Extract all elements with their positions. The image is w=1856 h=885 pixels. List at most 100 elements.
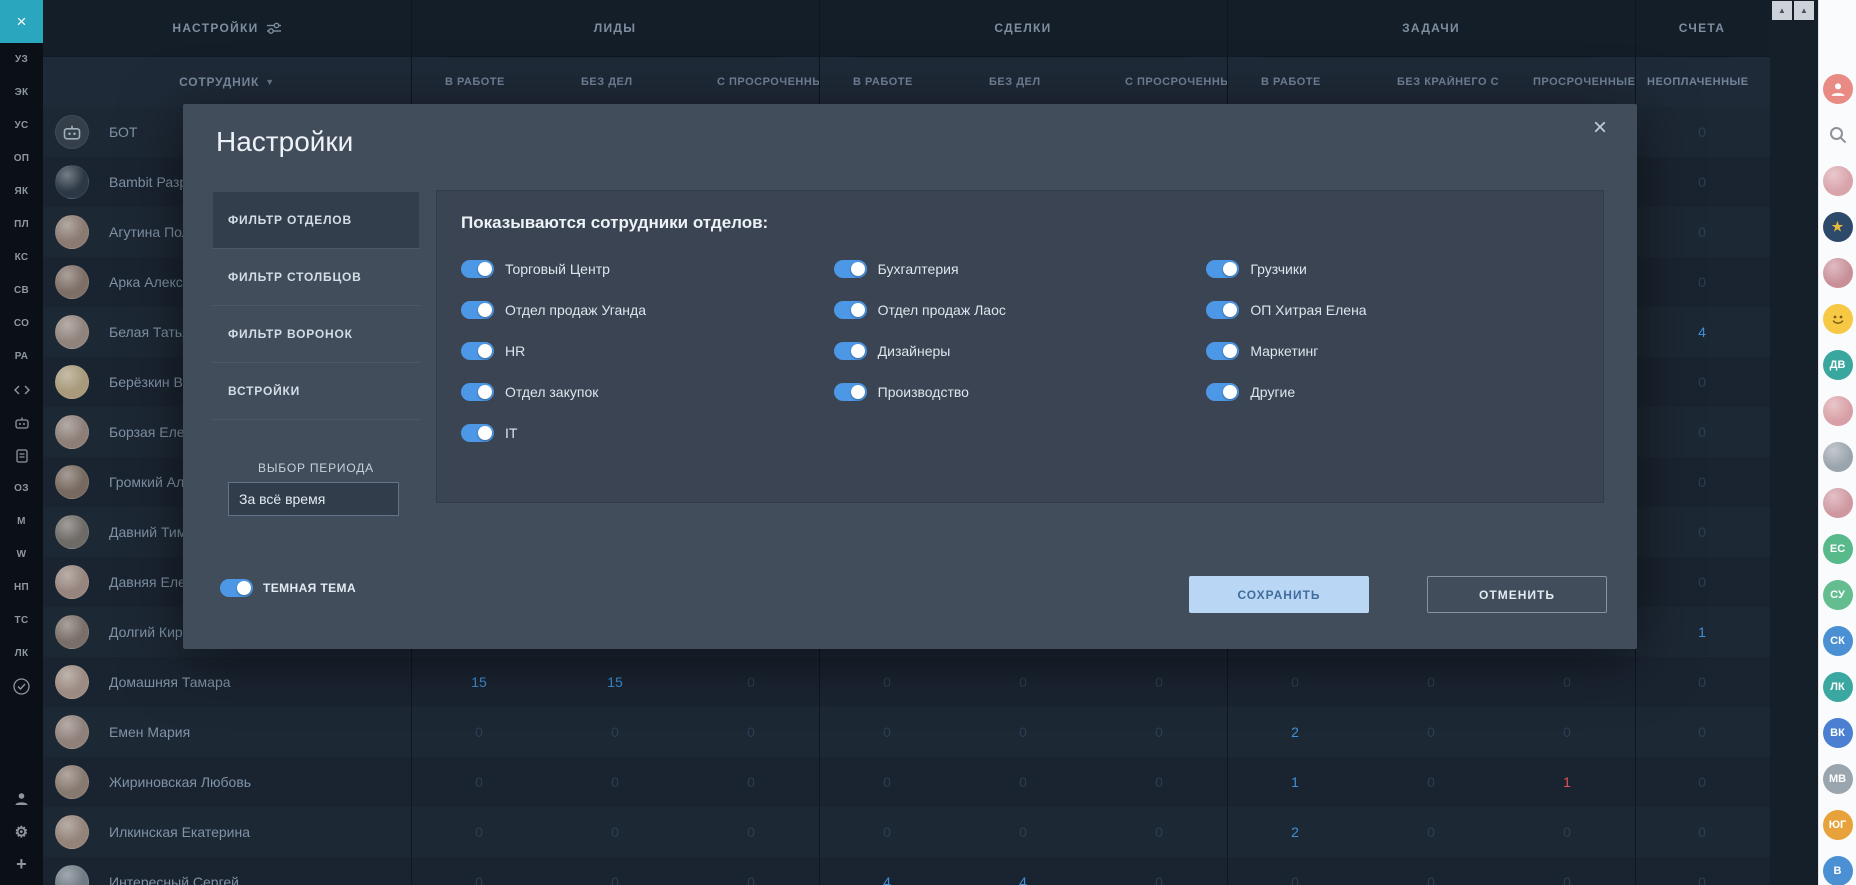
cancel-button[interactable]: ОТМЕНИТЬ bbox=[1427, 576, 1607, 613]
sidebar-channel-item[interactable]: ОП bbox=[0, 142, 43, 175]
value-cell[interactable]: 1 bbox=[1227, 774, 1363, 790]
emoji-avatar[interactable] bbox=[1823, 304, 1853, 334]
department-toggle[interactable] bbox=[461, 383, 494, 401]
value-cell[interactable]: 0 bbox=[1091, 724, 1227, 740]
contact-avatar[interactable] bbox=[1823, 488, 1853, 518]
value-cell[interactable]: 0 bbox=[1635, 824, 1769, 840]
value-cell[interactable]: 0 bbox=[547, 824, 683, 840]
modal-tab[interactable]: ФИЛЬТР ВОРОНОК bbox=[213, 306, 419, 363]
sidebar-channel-item[interactable]: ОЗ bbox=[0, 472, 43, 505]
department-toggle[interactable] bbox=[1206, 342, 1239, 360]
value-cell[interactable]: 4 bbox=[955, 874, 1091, 885]
value-cell[interactable]: 0 bbox=[955, 674, 1091, 690]
value-cell[interactable]: 0 bbox=[955, 774, 1091, 790]
value-cell[interactable]: 0 bbox=[819, 824, 955, 840]
save-button[interactable]: СОХРАНИТЬ bbox=[1189, 576, 1369, 613]
sidebar-close-button[interactable]: × bbox=[0, 0, 43, 43]
contact-avatar[interactable]: В bbox=[1823, 856, 1853, 885]
sidebar-channel-item[interactable]: ЛК bbox=[0, 637, 43, 670]
value-cell[interactable]: 0 bbox=[1363, 774, 1499, 790]
department-toggle[interactable] bbox=[461, 342, 494, 360]
sidebar-channel-item[interactable]: НП bbox=[0, 571, 43, 604]
department-toggle[interactable] bbox=[461, 424, 494, 442]
profile-avatar[interactable] bbox=[1823, 74, 1853, 104]
value-cell[interactable]: 0 bbox=[1363, 874, 1499, 885]
gear-icon[interactable]: ⚙ bbox=[0, 815, 43, 848]
scroll-up-button[interactable]: ▲ bbox=[1772, 1, 1792, 20]
modal-close-icon[interactable]: × bbox=[1593, 116, 1607, 140]
value-cell[interactable]: 0 bbox=[411, 824, 547, 840]
value-cell[interactable]: 0 bbox=[1363, 724, 1499, 740]
robot-icon[interactable] bbox=[0, 406, 43, 439]
value-cell[interactable]: 0 bbox=[683, 874, 819, 885]
contact-avatar[interactable]: ДВ bbox=[1823, 350, 1853, 380]
sidebar-channel-item[interactable]: УЗ bbox=[0, 43, 43, 76]
sidebar-channel-item[interactable]: РА bbox=[0, 340, 43, 373]
department-toggle[interactable] bbox=[461, 301, 494, 319]
value-cell[interactable]: 0 bbox=[411, 774, 547, 790]
value-cell[interactable]: 0 bbox=[1499, 674, 1635, 690]
value-cell[interactable]: 0 bbox=[1635, 374, 1769, 390]
value-cell[interactable]: 0 bbox=[955, 824, 1091, 840]
value-cell[interactable]: 0 bbox=[1091, 874, 1227, 885]
value-cell[interactable]: 15 bbox=[547, 674, 683, 690]
value-cell[interactable]: 0 bbox=[1499, 824, 1635, 840]
sidebar-channel-item[interactable]: СВ bbox=[0, 274, 43, 307]
value-cell[interactable]: 0 bbox=[547, 724, 683, 740]
value-cell[interactable]: 0 bbox=[1635, 274, 1769, 290]
contact-avatar[interactable]: ЛК bbox=[1823, 672, 1853, 702]
value-cell[interactable]: 0 bbox=[1091, 824, 1227, 840]
group-settings[interactable]: НАСТРОЙКИ bbox=[43, 0, 411, 56]
modal-tab[interactable]: ФИЛЬТР ОТДЕЛОВ bbox=[213, 192, 419, 249]
department-toggle[interactable] bbox=[834, 301, 867, 319]
plus-icon[interactable]: + bbox=[0, 848, 43, 881]
department-toggle[interactable] bbox=[1206, 260, 1239, 278]
value-cell[interactable]: 4 bbox=[1635, 324, 1769, 340]
value-cell[interactable]: 0 bbox=[1635, 224, 1769, 240]
value-cell[interactable]: 0 bbox=[683, 724, 819, 740]
value-cell[interactable]: 0 bbox=[683, 774, 819, 790]
sidebar-channel-item[interactable]: ПЛ bbox=[0, 208, 43, 241]
value-cell[interactable]: 0 bbox=[1635, 424, 1769, 440]
contact-avatar[interactable]: СК bbox=[1823, 626, 1853, 656]
value-cell[interactable]: 2 bbox=[1227, 724, 1363, 740]
contact-avatar[interactable]: ЮГ bbox=[1823, 810, 1853, 840]
employee-cell[interactable]: Интересный Сергей bbox=[43, 865, 411, 885]
value-cell[interactable]: 0 bbox=[819, 724, 955, 740]
sidebar-channel-item[interactable]: ТС bbox=[0, 604, 43, 637]
value-cell[interactable]: 0 bbox=[1635, 174, 1769, 190]
value-cell[interactable]: 0 bbox=[1635, 524, 1769, 540]
employee-cell[interactable]: Жириновская Любовь bbox=[43, 765, 411, 799]
value-cell[interactable]: 0 bbox=[1499, 874, 1635, 885]
sidebar-channel-item[interactable]: W bbox=[0, 538, 43, 571]
value-cell[interactable]: 2 bbox=[1227, 824, 1363, 840]
employee-column-dropdown[interactable]: СОТРУДНИК ▼ bbox=[179, 75, 275, 89]
document-icon[interactable] bbox=[0, 439, 43, 472]
modal-tab[interactable]: ФИЛЬТР СТОЛБЦОВ bbox=[213, 249, 419, 306]
value-cell[interactable]: 0 bbox=[683, 824, 819, 840]
employee-cell[interactable]: Емен Мария bbox=[43, 715, 411, 749]
badge-avatar[interactable]: ★ bbox=[1823, 212, 1853, 242]
value-cell[interactable]: 0 bbox=[1363, 674, 1499, 690]
value-cell[interactable]: 0 bbox=[1227, 874, 1363, 885]
contact-avatar[interactable]: МВ bbox=[1823, 764, 1853, 794]
contact-avatar[interactable]: ВК bbox=[1823, 718, 1853, 748]
sidebar-channel-item[interactable]: КС bbox=[0, 241, 43, 274]
employee-cell[interactable]: Домашняя Тамара bbox=[43, 665, 411, 699]
department-toggle[interactable] bbox=[834, 342, 867, 360]
value-cell[interactable]: 0 bbox=[1499, 724, 1635, 740]
value-cell[interactable]: 0 bbox=[1635, 674, 1769, 690]
value-cell[interactable]: 0 bbox=[411, 874, 547, 885]
value-cell[interactable]: 4 bbox=[819, 874, 955, 885]
sidebar-channel-item[interactable]: ЭК bbox=[0, 76, 43, 109]
value-cell[interactable]: 1 bbox=[1635, 624, 1769, 640]
value-cell[interactable]: 1 bbox=[1499, 774, 1635, 790]
department-toggle[interactable] bbox=[1206, 383, 1239, 401]
value-cell[interactable]: 0 bbox=[1635, 124, 1769, 140]
contact-avatar[interactable] bbox=[1823, 166, 1853, 196]
contact-avatar[interactable] bbox=[1823, 396, 1853, 426]
sidebar-channel-item[interactable]: ЯК bbox=[0, 175, 43, 208]
department-toggle[interactable] bbox=[834, 260, 867, 278]
value-cell[interactable]: 0 bbox=[411, 724, 547, 740]
employee-cell[interactable]: Илкинская Екатерина bbox=[43, 815, 411, 849]
